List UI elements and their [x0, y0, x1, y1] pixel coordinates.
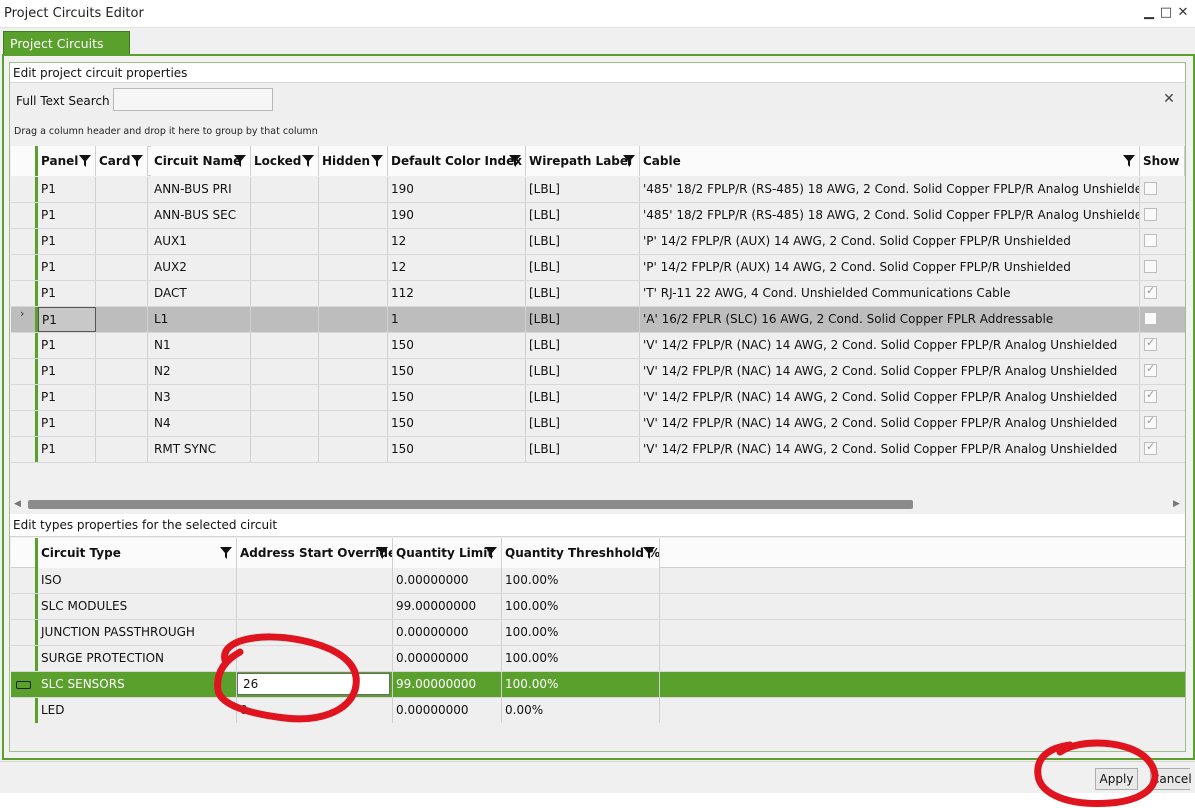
annotation-circle-address — [214, 633, 360, 723]
annotation-overlay — [214, 633, 1159, 807]
annotation-circle-apply — [1034, 739, 1159, 807]
